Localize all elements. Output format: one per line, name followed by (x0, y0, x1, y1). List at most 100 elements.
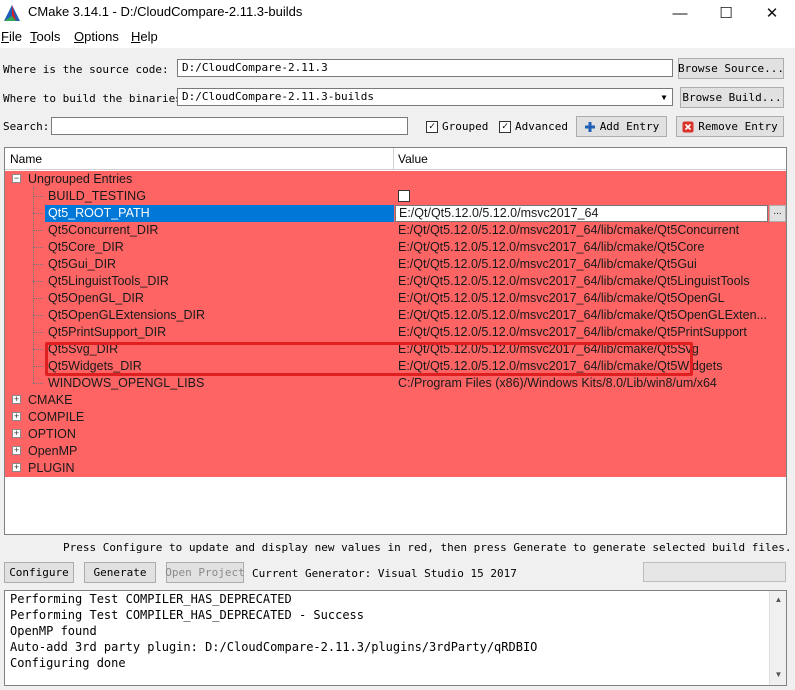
table-row[interactable]: Qt5Core_DIR E:/Qt/Qt5.12.0/5.12.0/msvc20… (5, 239, 786, 256)
column-header-value[interactable]: Value (398, 152, 428, 166)
tree-connector (33, 281, 43, 282)
add-entry-label: Add Entry (599, 120, 660, 133)
entry-value-checkbox[interactable] (398, 189, 766, 205)
expand-icon[interactable]: + (12, 463, 21, 472)
advanced-checkbox-box[interactable]: ✓ (499, 120, 511, 133)
window-title: CMake 3.14.1 - D:/CloudCompare-2.11.3-bu… (28, 4, 303, 19)
table-row[interactable]: Qt5Concurrent_DIR E:/Qt/Qt5.12.0/5.12.0/… (5, 222, 786, 239)
open-project-button[interactable]: Open Project (165, 562, 245, 583)
log-line: Configuring done (10, 656, 126, 670)
table-row[interactable]: Qt5Svg_DIR E:/Qt/Qt5.12.0/5.12.0/msvc201… (5, 341, 786, 358)
output-log[interactable]: Performing Test COMPILER_HAS_DEPRECATED … (4, 590, 787, 686)
source-path-field[interactable]: D:/CloudCompare-2.11.3 (177, 59, 673, 77)
entry-name: BUILD_TESTING (48, 189, 146, 203)
log-line: Auto-add 3rd party plugin: D:/CloudCompa… (10, 640, 538, 654)
advanced-checkbox[interactable]: ✓ Advanced (499, 120, 568, 133)
browse-build-button[interactable]: Browse Build... (680, 87, 784, 108)
entry-value: E:/Qt/Qt5.12.0/5.12.0/msvc2017_64/lib/cm… (398, 240, 705, 254)
expand-icon[interactable]: + (12, 446, 21, 455)
close-button[interactable]: ✕ (749, 0, 795, 26)
entry-name: Qt5Concurrent_DIR (48, 223, 159, 237)
table-row[interactable]: Qt5OpenGL_DIR E:/Qt/Qt5.12.0/5.12.0/msvc… (5, 290, 786, 307)
group-row-ungrouped[interactable]: − Ungrouped Entries (5, 171, 786, 188)
column-header-name[interactable]: Name (10, 152, 42, 166)
table-row[interactable]: Qt5OpenGLExtensions_DIR E:/Qt/Qt5.12.0/5… (5, 307, 786, 324)
grouped-checkbox[interactable]: ✓ Grouped (426, 120, 488, 133)
entry-name: Qt5Svg_DIR (48, 342, 119, 356)
build-path-combobox[interactable]: D:/CloudCompare-2.11.3-builds ▼ (177, 88, 673, 106)
build-label: Where to build the binaries: (3, 92, 189, 105)
entry-value: E:/Qt/Qt5.12.0/5.12.0/msvc2017_64/lib/cm… (398, 274, 750, 288)
expand-icon[interactable]: + (12, 429, 21, 438)
grouped-label: Grouped (442, 120, 489, 133)
table-row[interactable]: WINDOWS_OPENGL_LIBS C:/Program Files (x8… (5, 375, 786, 392)
group-row-plugin[interactable]: + PLUGIN (5, 460, 786, 477)
chevron-down-icon[interactable]: ▼ (658, 91, 670, 103)
grouped-checkbox-box[interactable]: ✓ (426, 120, 438, 133)
current-generator: Current Generator: Visual Studio 15 2017 (252, 567, 517, 580)
entry-value: E:/Qt/Qt5.12.0/5.12.0/msvc2017_64/lib/cm… (398, 325, 747, 339)
build-testing-checkbox[interactable] (398, 190, 410, 202)
build-path-value: D:/CloudCompare-2.11.3-builds (182, 90, 375, 103)
minimize-button[interactable]: — (657, 0, 703, 26)
table-row[interactable]: Qt5Gui_DIR E:/Qt/Qt5.12.0/5.12.0/msvc201… (5, 256, 786, 273)
menu-file[interactable]: File (1, 29, 22, 44)
entry-name: Qt5Core_DIR (48, 240, 124, 254)
add-entry-button[interactable]: Add Entry (576, 116, 667, 137)
tree-connector (33, 264, 43, 265)
tree-connector (33, 383, 43, 384)
entry-value: E:/Qt/Qt5.12.0/5.12.0/msvc2017_64/lib/cm… (398, 257, 697, 271)
value-editor-input[interactable]: E:/Qt/Qt5.12.0/5.12.0/msvc2017_64 (395, 205, 768, 222)
entry-value: E:/Qt/Qt5.12.0/5.12.0/msvc2017_64/lib/cm… (398, 223, 740, 237)
group-row-openmp[interactable]: + OpenMP (5, 443, 786, 460)
column-divider[interactable] (393, 148, 394, 170)
menu-tools[interactable]: Tools (30, 29, 60, 44)
entry-value: E:/Qt/Qt5.12.0/5.12.0/msvc2017_64/lib/cm… (398, 359, 723, 373)
output-scrollbar[interactable]: ▲ ▼ (769, 591, 786, 685)
entry-value: C:/Program Files (x86)/Windows Kits/8.0/… (398, 376, 717, 390)
table-row[interactable]: BUILD_TESTING (5, 188, 786, 205)
entry-name: Qt5OpenGL_DIR (48, 291, 144, 305)
table-row[interactable]: Qt5Widgets_DIR E:/Qt/Qt5.12.0/5.12.0/msv… (5, 358, 786, 375)
scroll-up-icon[interactable]: ▲ (771, 592, 786, 607)
tree-connector (33, 315, 43, 316)
generate-button[interactable]: Generate (84, 562, 156, 583)
log-line: Performing Test COMPILER_HAS_DEPRECATED … (10, 608, 365, 622)
browse-source-button[interactable]: Browse Source... (678, 58, 784, 79)
group-label: PLUGIN (28, 461, 75, 475)
expand-icon[interactable]: + (12, 395, 21, 404)
tree-connector (33, 298, 43, 299)
progress-bar (643, 562, 786, 582)
tree-connector (33, 213, 43, 214)
maximize-button[interactable]: ☐ (703, 0, 749, 26)
group-label: OpenMP (28, 444, 78, 458)
menu-help[interactable]: Help (131, 29, 158, 44)
cache-table[interactable]: Name Value − Ungrouped Entries BUILD_TES… (4, 147, 787, 535)
menu-options[interactable]: Options (74, 29, 119, 44)
entry-name: WINDOWS_OPENGL_LIBS (48, 376, 205, 390)
entry-name: Qt5LinguistTools_DIR (48, 274, 169, 288)
scroll-down-icon[interactable]: ▼ (771, 667, 786, 682)
remove-entry-button[interactable]: Remove Entry (676, 116, 784, 137)
table-row[interactable]: Qt5PrintSupport_DIR E:/Qt/Qt5.12.0/5.12.… (5, 324, 786, 341)
menu-bar: File Tools Options Help (0, 26, 795, 48)
configure-button[interactable]: Configure (4, 562, 74, 583)
log-line: Performing Test COMPILER_HAS_DEPRECATED (10, 592, 292, 606)
browse-value-button[interactable]: ... (769, 205, 786, 222)
group-row-compile[interactable]: + COMPILE (5, 409, 786, 426)
log-line: OpenMP found (10, 624, 97, 638)
tree-connector (33, 366, 43, 367)
entry-name: Qt5PrintSupport_DIR (48, 325, 167, 339)
table-row-selected[interactable]: Qt5_ROOT_PATH E:/Qt/Qt5.12.0/5.12.0/msvc… (5, 205, 786, 222)
entry-value: E:/Qt/Qt5.12.0/5.12.0/msvc2017_64/lib/cm… (398, 342, 699, 356)
group-row-cmake[interactable]: + CMAKE (5, 392, 786, 409)
expand-icon[interactable]: + (12, 412, 21, 421)
source-label: Where is the source code: (3, 63, 169, 76)
tree-connector (33, 332, 43, 333)
tree-connector (33, 349, 43, 350)
group-row-option[interactable]: + OPTION (5, 426, 786, 443)
search-input[interactable] (51, 117, 408, 135)
collapse-icon[interactable]: − (12, 174, 21, 183)
tree-connector (33, 230, 43, 231)
table-row[interactable]: Qt5LinguistTools_DIR E:/Qt/Qt5.12.0/5.12… (5, 273, 786, 290)
